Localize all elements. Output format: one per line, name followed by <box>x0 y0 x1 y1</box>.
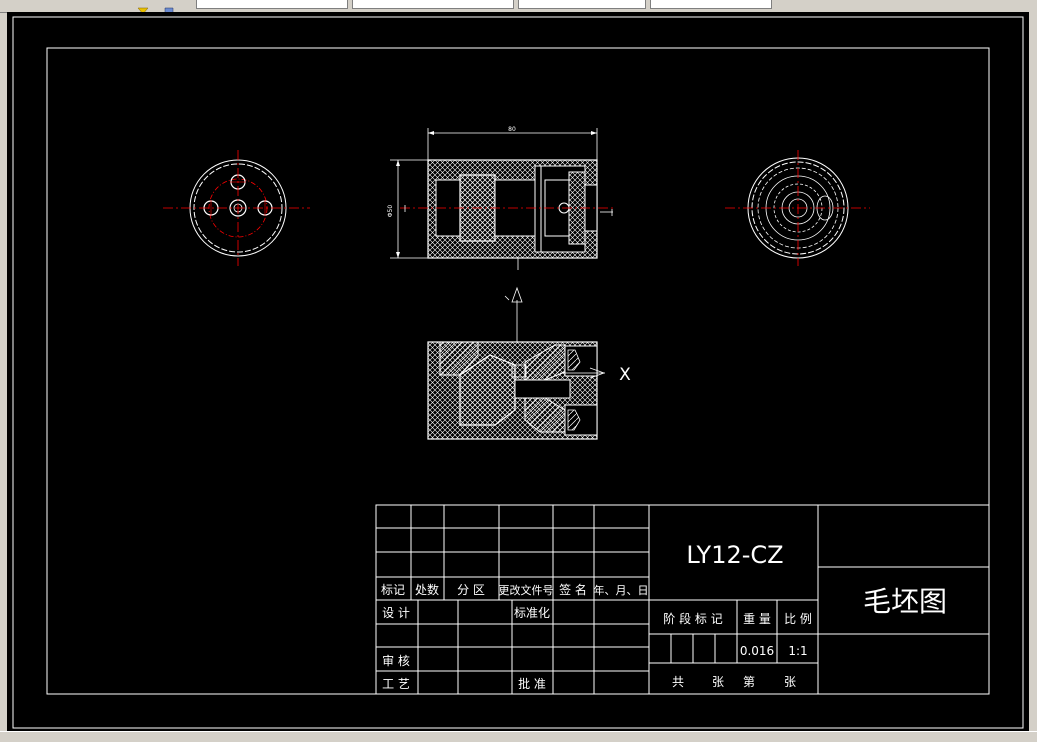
dimension-diameter: Φ50 <box>387 205 394 218</box>
bottom-section-view: X <box>427 341 631 440</box>
part-code: LY12-CZ <box>686 541 783 569</box>
label-change-doc: 更改文件号 <box>499 583 554 597</box>
label-signature: 签 名 <box>559 582 587 597</box>
color-dropdown[interactable] <box>352 0 514 9</box>
label-sheet-total: 共 <box>672 675 684 689</box>
title-block-text: 标记 处数 分 区 更改文件号 签 名 年、月、日 设 计 标准化 审 核 工 … <box>381 541 947 691</box>
label-approve: 批 准 <box>518 676 546 691</box>
drawing-title: 毛坯图 <box>863 585 947 618</box>
view-direction-arrow <box>504 286 523 342</box>
right-end-view <box>725 150 870 266</box>
layer-dropdown[interactable] <box>196 0 348 9</box>
vertical-scrollbar[interactable] <box>1029 12 1037 731</box>
scale-value: 1:1 <box>788 644 807 658</box>
label-zone: 分 区 <box>457 583 485 597</box>
dimension-length: 80 <box>508 126 516 133</box>
label-design: 设 计 <box>382 606 410 620</box>
label-standardization: 标准化 <box>514 606 550 620</box>
label-review: 审 核 <box>382 653 410 668</box>
main-section-view: 80 Φ50 <box>387 126 615 270</box>
label-count: 处数 <box>415 582 439 597</box>
label-stage-mark: 阶 段 标 记 <box>663 611 722 626</box>
status-strip <box>0 731 1037 742</box>
label-sheet-unit-2: 张 <box>784 675 796 689</box>
section-mark: X <box>619 365 631 385</box>
drawing-canvas[interactable]: 80 Φ50 X 标记 处数 分 区 更改文件号 签 名 年、月、日 设 计 标… <box>7 12 1029 731</box>
layer-state-icon[interactable] <box>137 0 149 15</box>
linetype-dropdown[interactable] <box>518 0 646 9</box>
label-weight: 重 量 <box>743 612 771 626</box>
lineweight-dropdown[interactable] <box>650 0 772 9</box>
left-end-view <box>163 150 310 266</box>
label-sheet-no: 第 <box>743 675 755 689</box>
label-scale: 比 例 <box>784 612 812 626</box>
label-sheet-unit-1: 张 <box>712 675 724 689</box>
label-mark: 标记 <box>381 583 405 597</box>
layer-properties-icon[interactable] <box>163 0 175 15</box>
label-date: 年、月、日 <box>594 583 649 597</box>
label-process: 工 艺 <box>382 677 410 691</box>
weight-value: 0.016 <box>740 644 774 658</box>
